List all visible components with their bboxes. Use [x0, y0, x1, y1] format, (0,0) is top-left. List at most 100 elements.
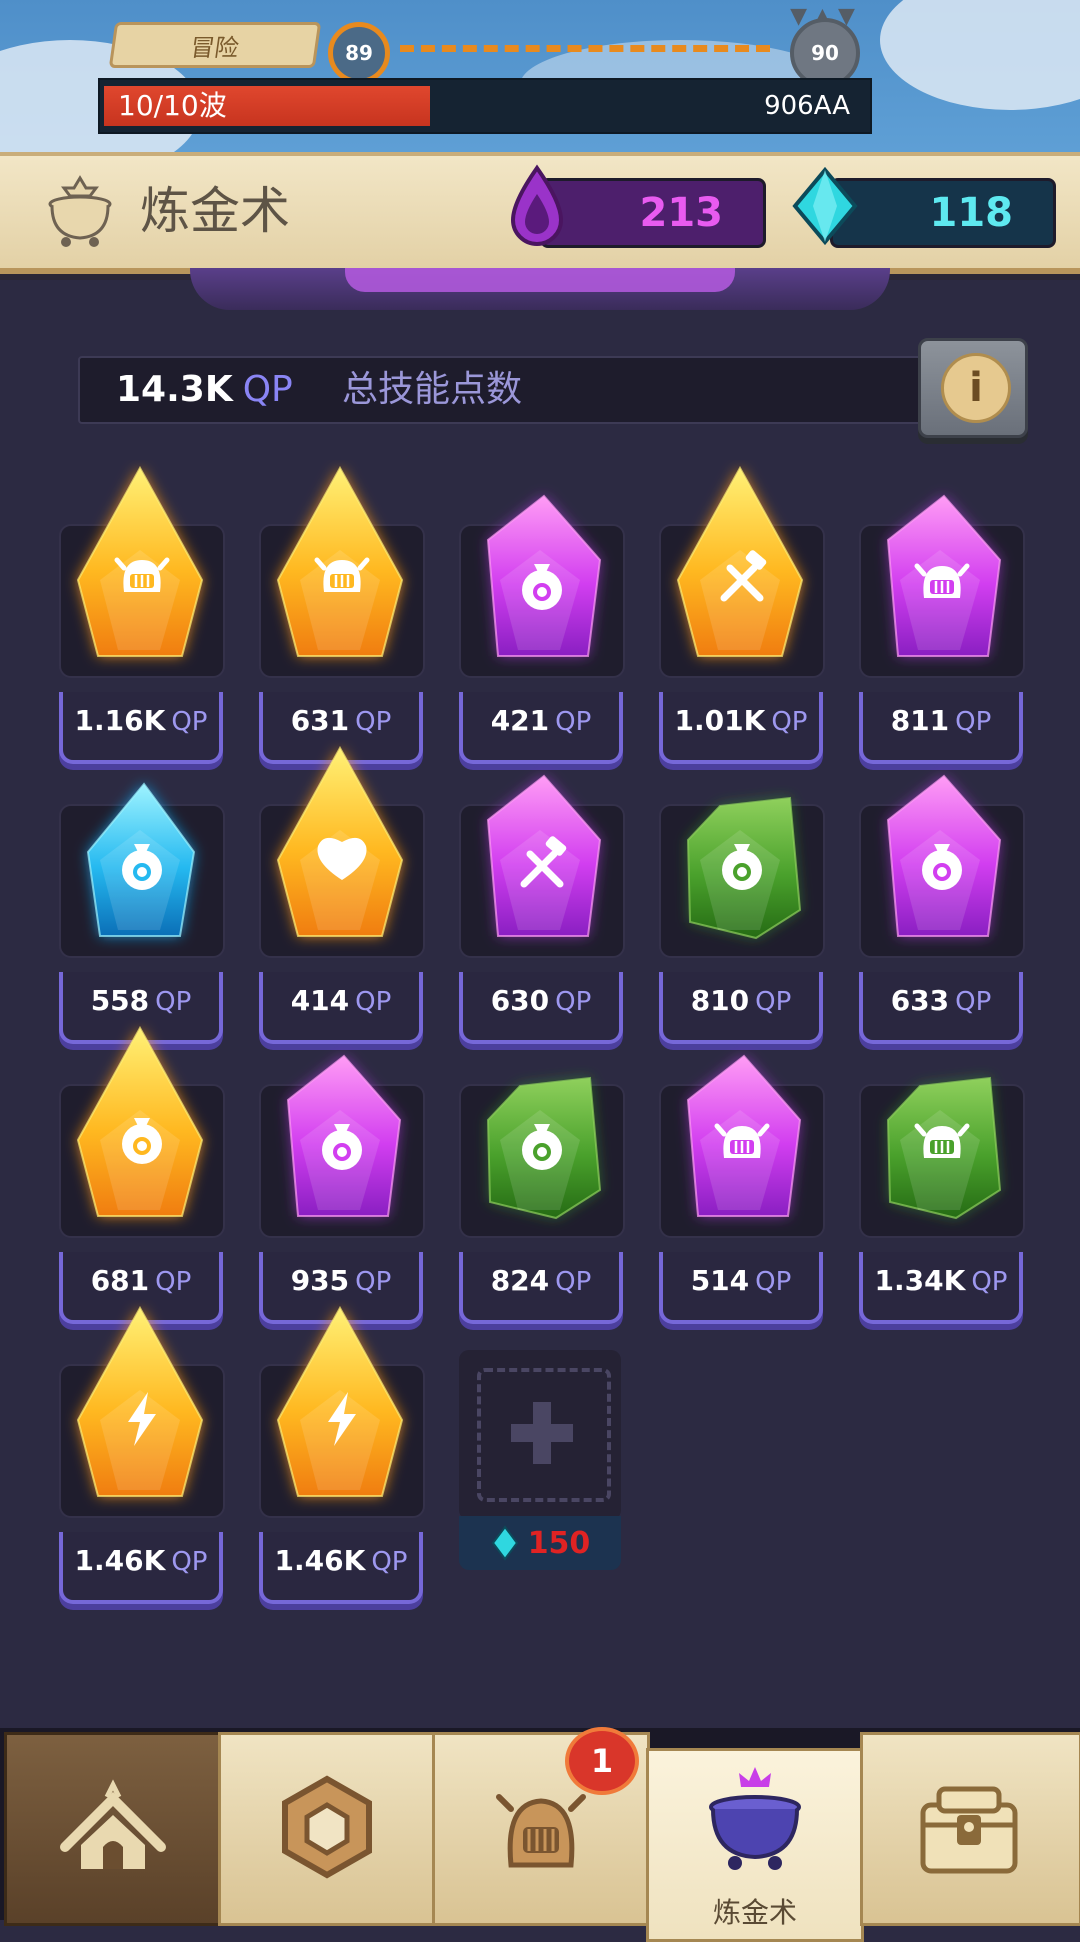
gem-qp-unit: QP [355, 987, 392, 1017]
gem-card[interactable]: 1.46K QP [255, 1305, 425, 1604]
gem-green-money-bag-icon [486, 1076, 602, 1220]
add-slot-cost-value: 150 [527, 1525, 591, 1561]
camp-icon [60, 1779, 166, 1869]
bottom-nav: 1 炼金术 [0, 1727, 1080, 1942]
gem-purple-helmet-icon [886, 494, 1002, 657]
gem-purple-money-bag-icon [286, 1054, 402, 1217]
gem-qp-value: 1.46K [74, 1544, 166, 1577]
gem-qp-unit: QP [771, 707, 808, 737]
alchemy-header: 炼金术 213 118 [0, 152, 1080, 274]
nav-tab-emblem[interactable] [218, 1732, 436, 1926]
nav-tab-camp[interactable] [4, 1732, 222, 1926]
total-qp: 14.3K QP [116, 358, 293, 422]
gem-qp-unit: QP [371, 1547, 408, 1577]
gem-green-money-bag-icon [686, 796, 802, 940]
gem-card[interactable]: 810 QP [655, 750, 825, 1044]
gem-card[interactable]: 514 QP [655, 1030, 825, 1324]
cloud [880, 0, 1080, 110]
gem-purple-helmet-icon [686, 1054, 802, 1217]
gem-card[interactable]: 1.34K QP [855, 1030, 1025, 1324]
gem-qp-unit: QP [755, 987, 792, 1017]
gem-qp-unit: QP [171, 1547, 208, 1577]
dps-value: 906AA [764, 91, 850, 121]
total-qp-label: 总技能点数 [342, 369, 523, 410]
cauldron-icon [48, 175, 112, 247]
page-title: 炼金术 [140, 182, 290, 240]
cauldron-icon [709, 1767, 801, 1870]
gem-card[interactable]: 824 QP [455, 1030, 625, 1324]
gem-card[interactable]: 1.01K QP [655, 465, 825, 764]
hex-emblem-icon [282, 1775, 372, 1879]
gem-qp-value: 1.01K [674, 704, 766, 737]
gem-qp-value: 630 [490, 984, 550, 1017]
gem-purple-money-bag-icon [886, 774, 1002, 937]
gem-card[interactable]: 630 QP [455, 750, 625, 1044]
info-icon: i [941, 353, 1011, 423]
gem-qp-tag: 1.34K QP [859, 1252, 1023, 1324]
gem-qp-unit: QP [155, 987, 192, 1017]
gem-qp-value: 514 [690, 1264, 750, 1297]
gem-qp-unit: QP [555, 987, 592, 1017]
gem-card[interactable]: 414 QP [255, 745, 425, 1044]
teal-currency-box: 118 [830, 178, 1056, 248]
info-button[interactable]: i [918, 338, 1028, 438]
gem-card[interactable]: 1.16K QP [55, 465, 225, 764]
gem-qp-value: 631 [290, 704, 350, 737]
nav-tab-chest[interactable] [860, 1732, 1080, 1926]
gem-card[interactable]: 558 QP [55, 750, 225, 1044]
add-slot-cost: 150 [459, 1516, 621, 1570]
gem-gold-heart-icon [276, 745, 404, 937]
nav-tab-alchemy[interactable]: 炼金术 [646, 1748, 864, 1942]
gem-gold-helmet-icon [76, 465, 204, 657]
teal-currency-value: 118 [929, 190, 1014, 236]
wave-count: 10/10波 [118, 89, 227, 122]
gem-card[interactable]: 681 QP [55, 1025, 225, 1324]
gem-qp-tag: 1.46K QP [59, 1532, 223, 1604]
purple-currency-value: 213 [639, 190, 724, 236]
gem-gold-lightning-icon [276, 1305, 404, 1497]
treasure-chest-icon [920, 1786, 1018, 1874]
gem-blue-money-bag-icon [86, 782, 196, 937]
gem-card[interactable]: 633 QP [855, 750, 1025, 1044]
gem-card[interactable]: 935 QP [255, 1030, 425, 1324]
purple-drop-icon [510, 164, 564, 246]
gem-qp-unit: QP [355, 1267, 392, 1297]
gem-qp-value: 1.34K [874, 1264, 966, 1297]
wave-progress-bar: 10/10波 906AA [98, 78, 872, 134]
nav-tab-alchemy-label: 炼金术 [712, 1896, 797, 1929]
gem-qp-unit: QP [955, 707, 992, 737]
gem-qp-unit: QP [171, 707, 208, 737]
add-slot-box [459, 1350, 621, 1520]
add-gem-slot-button[interactable]: 150 [455, 1350, 625, 1590]
total-qp-unit: QP [242, 369, 293, 410]
gem-qp-unit: QP [755, 1267, 792, 1297]
gem-card[interactable]: 811 QP [855, 470, 1025, 764]
gem-qp-value: 558 [90, 984, 150, 1017]
gem-qp-unit: QP [555, 1267, 592, 1297]
gem-qp-tag: 514 QP [659, 1252, 823, 1324]
gem-qp-unit: QP [555, 707, 592, 737]
gem-card[interactable]: 631 QP [255, 465, 425, 764]
gem-gold-hammer-icon [676, 465, 804, 657]
gem-qp-unit: QP [971, 1267, 1008, 1297]
gem-card[interactable]: 421 QP [455, 470, 625, 764]
level-progress-dashes [400, 45, 770, 52]
stage-tag: 冒险 [108, 22, 322, 68]
gem-purple-hammer-icon [486, 774, 602, 937]
gem-grid: 1.16K QP 631 QP 421 QP 1.01K QP 811 QP 5… [55, 465, 1025, 1620]
gem-qp-value: 421 [490, 704, 550, 737]
gem-purple-money-bag-icon [486, 494, 602, 657]
nav-tab-heroes[interactable]: 1 [432, 1727, 650, 1926]
gem-qp-value: 414 [290, 984, 350, 1017]
gem-qp-unit: QP [155, 1267, 192, 1297]
gem-qp-value: 824 [490, 1264, 550, 1297]
total-qp-row: 14.3K QP 总技能点数 [78, 356, 922, 424]
gem-qp-value: 633 [890, 984, 950, 1017]
gem-qp-value: 810 [690, 984, 750, 1017]
gem-qp-value: 811 [890, 704, 950, 737]
altar-stand [190, 268, 890, 310]
gem-qp-value: 681 [90, 1264, 150, 1297]
current-level-badge: 89 [328, 22, 390, 84]
gem-qp-tag: 1.46K QP [259, 1532, 423, 1604]
gem-card[interactable]: 1.46K QP [55, 1305, 225, 1604]
